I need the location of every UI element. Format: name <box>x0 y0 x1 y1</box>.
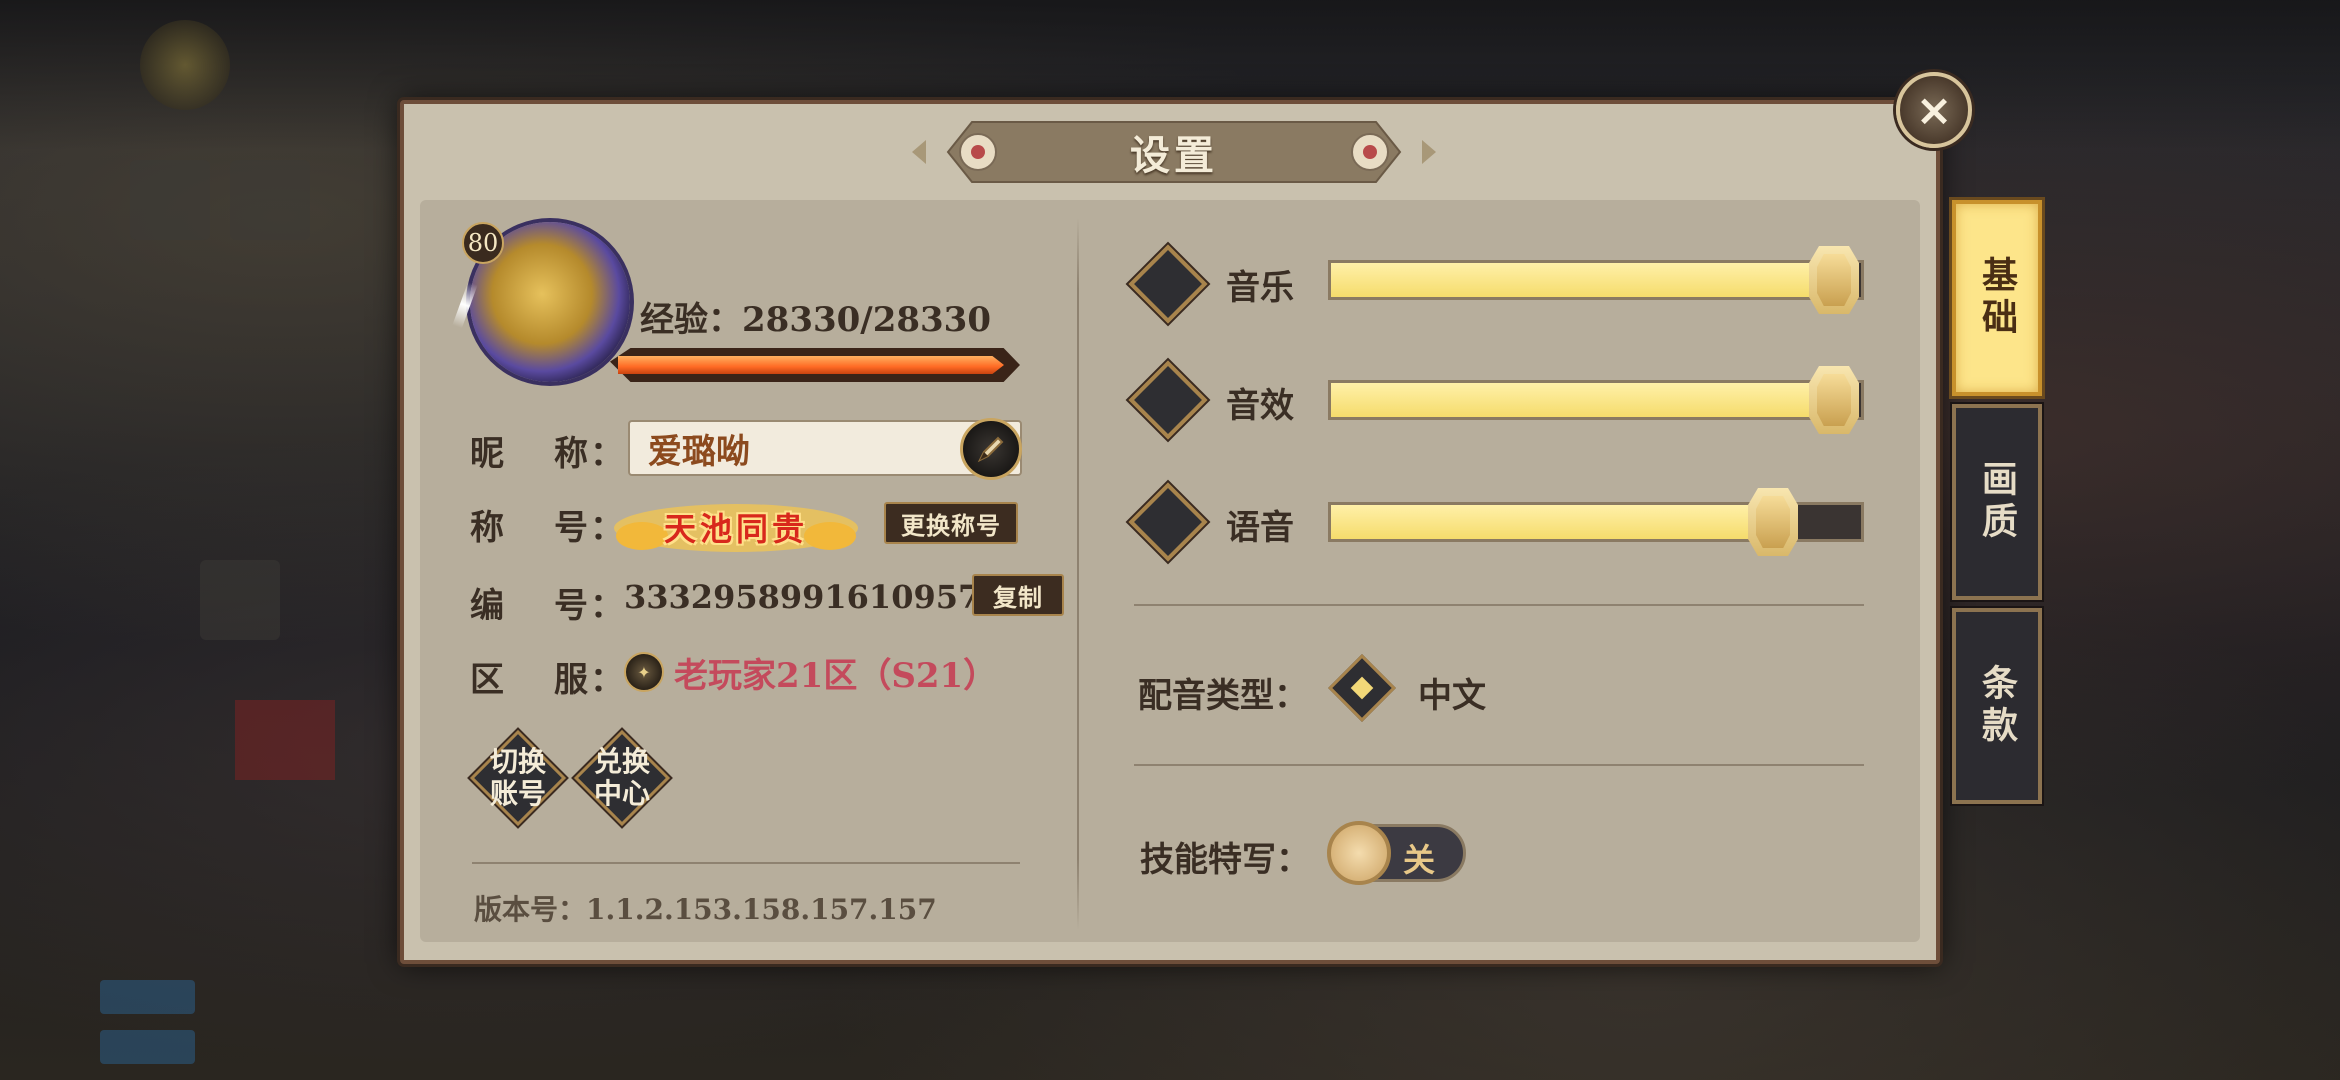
voice-type-value: 中文 <box>1418 676 1486 716</box>
tab-terms[interactable]: 条款 <box>1952 608 2042 804</box>
version-label: 版本号：1.1.2.153.158.157.157 <box>474 893 937 926</box>
pen-icon <box>977 436 1004 463</box>
nickname-label-suffix: 称： <box>554 434 626 474</box>
switch-account-text: 切换 账号 <box>470 730 566 826</box>
music-slider[interactable] <box>1328 260 1864 300</box>
title-ribbon: 设置 <box>912 120 1436 184</box>
voice-slider-knob[interactable] <box>1748 488 1798 556</box>
id-label: 编 号： <box>470 578 626 627</box>
id-label-suffix: 号： <box>554 586 626 626</box>
tab-basic[interactable]: 基础 <box>1952 200 2042 396</box>
skill-closeup-label: 技能特写： <box>1140 840 1310 880</box>
sfx-slider-knob[interactable] <box>1809 366 1859 434</box>
background-tile <box>130 160 210 240</box>
voice-type-label: 配音类型： <box>1138 676 1308 716</box>
redeem-line2: 中心 <box>593 777 650 810</box>
toggle-state: 关 <box>1403 841 1436 879</box>
switch-account-line1: 切换 <box>489 745 546 778</box>
exp-label: 经验：28330/28330 <box>640 300 991 340</box>
copy-button[interactable]: 复制 <box>972 574 1064 616</box>
vertical-divider <box>1077 218 1079 930</box>
switch-account-button[interactable]: 切换 账号 <box>469 729 567 827</box>
audio-divider <box>1134 604 1864 606</box>
edit-nickname-button[interactable] <box>960 418 1022 480</box>
switch-account-line2: 账号 <box>489 777 546 810</box>
background-avatar <box>140 20 230 110</box>
id-label-prefix: 编 <box>470 586 506 626</box>
music-label: 音乐 <box>1226 268 1294 308</box>
server-value: 老玩家21区（S21） <box>674 656 998 696</box>
server-label-prefix: 区 <box>470 660 506 700</box>
title-badge-text: 天池同贵 <box>663 510 808 548</box>
voice-divider <box>1134 764 1864 766</box>
background-chip <box>100 1030 195 1064</box>
background-chip <box>100 980 195 1014</box>
background-red-block <box>235 700 335 780</box>
skill-closeup-toggle[interactable]: 关 <box>1327 821 1466 885</box>
tab-graphics[interactable]: 画质 <box>1952 404 2042 600</box>
nickname-label: 昵 称： <box>470 426 626 475</box>
music-icon <box>1128 244 1208 324</box>
server-label-suffix: 服： <box>554 660 626 700</box>
redeem-center-text: 兑换 中心 <box>574 730 670 826</box>
dialog-title: 设置 <box>1130 132 1218 179</box>
background-tile <box>230 160 310 240</box>
nickname-label-prefix: 昵 <box>470 434 506 474</box>
exp-bar <box>610 348 1020 382</box>
close-button[interactable]: × <box>1896 72 1972 148</box>
voice-type-selector[interactable] <box>1328 654 1396 722</box>
change-title-button[interactable]: 更换称号 <box>884 502 1018 544</box>
toggle-knob <box>1327 821 1391 885</box>
voice-slider-fill <box>1331 505 1776 539</box>
level-badge: 80 <box>462 222 504 264</box>
sfx-slider[interactable] <box>1328 380 1864 420</box>
title-label: 称号： <box>470 500 626 549</box>
title-badge: 天池同贵 <box>612 498 860 556</box>
sfx-icon <box>1128 360 1208 440</box>
redeem-center-button[interactable]: 兑换 中心 <box>573 729 671 827</box>
exp-bar-fill <box>618 356 1004 374</box>
music-slider-fill <box>1331 263 1837 297</box>
server-icon: ✦ <box>624 652 664 692</box>
background-tile <box>200 560 280 640</box>
left-divider <box>472 862 1020 864</box>
title-label-prefix: 称 <box>470 508 506 548</box>
redeem-line1: 兑换 <box>593 745 650 778</box>
music-slider-knob[interactable] <box>1809 246 1859 314</box>
voice-icon <box>1128 482 1208 562</box>
server-label: 区 服： <box>470 652 626 701</box>
sfx-slider-fill <box>1331 383 1837 417</box>
voice-label: 语音 <box>1226 508 1294 548</box>
sfx-label: 音效 <box>1226 386 1294 426</box>
